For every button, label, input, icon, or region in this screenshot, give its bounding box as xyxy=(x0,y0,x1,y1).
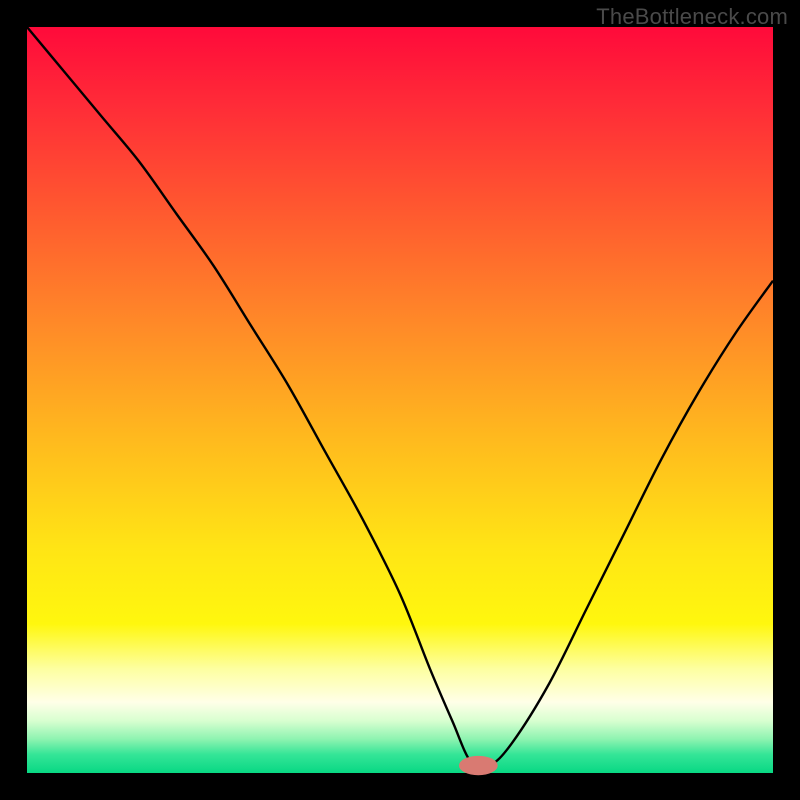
chart-frame: TheBottleneck.com xyxy=(0,0,800,800)
optimal-marker xyxy=(459,756,498,775)
bottleneck-chart xyxy=(0,0,800,800)
plot-background xyxy=(27,27,773,773)
watermark-text: TheBottleneck.com xyxy=(596,4,788,30)
